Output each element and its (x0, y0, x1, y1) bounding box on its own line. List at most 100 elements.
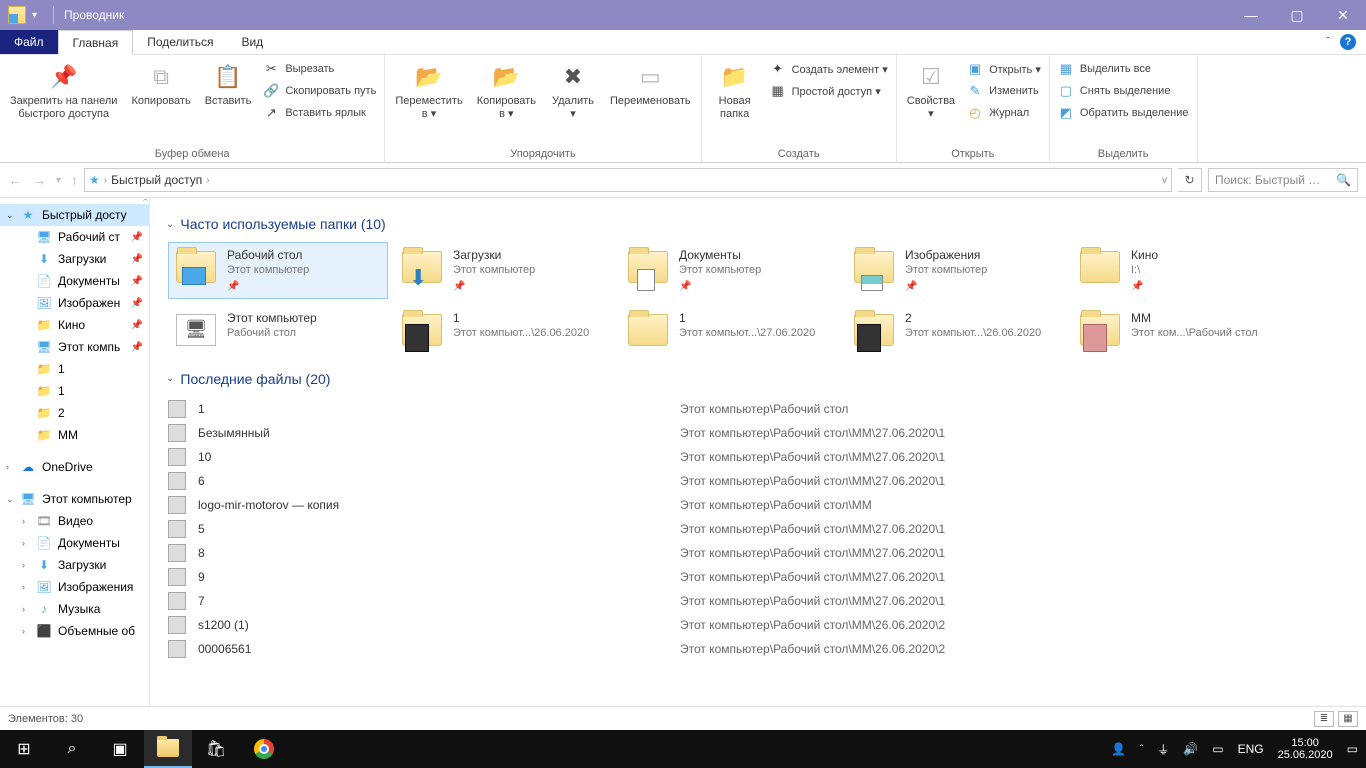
copy-button[interactable]: ⧉ Копировать (129, 59, 192, 110)
minimize-button[interactable]: — (1228, 0, 1274, 30)
nav-movies[interactable]: 📁Кино📌 (0, 314, 149, 336)
maximize-button[interactable]: ▢ (1274, 0, 1320, 30)
nav-documents2[interactable]: ›📄Документы (0, 532, 149, 554)
close-button[interactable]: ✕ (1320, 0, 1366, 30)
recent-file-row[interactable]: logo-mir-motorov — копияЭтот компьютер\Р… (168, 493, 1346, 517)
tray-notifications-icon[interactable]: ▭ (1347, 742, 1358, 756)
nav-folder-1[interactable]: 📁1 (0, 358, 149, 380)
paste-shortcut-button[interactable]: ↗Вставить ярлык (263, 103, 376, 123)
nav-downloads[interactable]: ⬇Загрузки📌 (0, 248, 149, 270)
breadcrumb[interactable]: Быстрый доступ (111, 173, 202, 187)
store-taskbar-button[interactable]: 🛍 (192, 730, 240, 768)
select-none-button[interactable]: ▢Снять выделение (1058, 81, 1189, 101)
edit-button[interactable]: ✎Изменить (967, 81, 1041, 101)
quick-access-toolbar[interactable]: ▾ (32, 10, 37, 21)
view-large-icon[interactable]: ▦ (1338, 711, 1358, 727)
nav-pictures[interactable]: 🖼Изображен📌 (0, 292, 149, 314)
address-bar[interactable]: ★ › Быстрый доступ › v (84, 168, 1172, 192)
folder-item[interactable]: 2Этот компьют...\26.06.2020 (846, 305, 1066, 355)
cut-button[interactable]: ✂Вырезать (263, 59, 376, 79)
expand-icon[interactable]: › (22, 516, 25, 526)
recent-file-row[interactable]: 00006561Этот компьютер\Рабочий стол\MM\2… (168, 637, 1346, 661)
tray-battery-icon[interactable]: ▭ (1212, 742, 1223, 756)
nav-downloads2[interactable]: ›⬇Загрузки (0, 554, 149, 576)
recent-file-row[interactable]: s1200 (1)Этот компьютер\Рабочий стол\MM\… (168, 613, 1346, 637)
search-input[interactable]: Поиск: Быстрый … 🔍 (1208, 168, 1358, 192)
nav-forward-button[interactable]: → (32, 172, 46, 188)
new-folder-button[interactable]: 📁Новая папка (710, 59, 760, 123)
rename-button[interactable]: ▭Переименовать (608, 59, 693, 110)
section-recent[interactable]: ⌄ Последние файлы (20) (166, 371, 1346, 387)
recent-file-row[interactable]: 10Этот компьютер\Рабочий стол\MM\27.06.2… (168, 445, 1346, 469)
recent-file-row[interactable]: 7Этот компьютер\Рабочий стол\MM\27.06.20… (168, 589, 1346, 613)
expand-icon[interactable]: › (6, 462, 9, 472)
recent-file-row[interactable]: 9Этот компьютер\Рабочий стол\MM\27.06.20… (168, 565, 1346, 589)
nav-music[interactable]: ›♪Музыка (0, 598, 149, 620)
nav-back-button[interactable]: ← (8, 172, 22, 188)
folder-item[interactable]: ДокументыЭтот компьютер📌 (620, 242, 840, 299)
tray-language[interactable]: ENG (1238, 742, 1264, 756)
tray-people-icon[interactable]: 👤 (1111, 742, 1126, 756)
folder-item[interactable]: ⬇ЗагрузкиЭтот компьютер📌 (394, 242, 614, 299)
easy-access-button[interactable]: ▦Простой доступ ▾ (770, 81, 888, 101)
nav-3dobjects[interactable]: ›⬛Объемные об (0, 620, 149, 642)
expand-icon[interactable]: › (22, 560, 25, 570)
help-icon[interactable]: ? (1340, 34, 1356, 50)
folder-item[interactable]: 1Этот компьют...\26.06.2020 (394, 305, 614, 355)
expand-icon[interactable]: ⌄ (6, 494, 14, 505)
collapse-ribbon-icon[interactable]: ˆ (1326, 36, 1330, 48)
task-view-button[interactable]: ▣ (96, 730, 144, 768)
select-all-button[interactable]: ▦Выделить все (1058, 59, 1189, 79)
history-button[interactable]: ◴Журнал (967, 103, 1041, 123)
nav-pictures2[interactable]: ›🖼Изображения (0, 576, 149, 598)
search-button[interactable]: ⌕ (48, 730, 96, 768)
folder-item[interactable]: MMЭтот ком...\Рабочий стол (1072, 305, 1292, 355)
invert-selection-button[interactable]: ◩Обратить выделение (1058, 103, 1189, 123)
nav-videos[interactable]: ›🎞Видео (0, 510, 149, 532)
start-button[interactable]: ⊞ (0, 730, 48, 768)
expand-icon[interactable]: ⌄ (6, 210, 14, 221)
tray-clock[interactable]: 15:00 25.06.2020 (1278, 737, 1333, 761)
delete-button[interactable]: ✖Удалить ▾ (548, 59, 598, 123)
recent-file-row[interactable]: 1Этот компьютер\Рабочий стол (168, 397, 1346, 421)
nav-documents[interactable]: 📄Документы📌 (0, 270, 149, 292)
nav-up-button[interactable]: ↑ (71, 172, 78, 188)
explorer-taskbar-button[interactable] (144, 730, 192, 768)
expand-icon[interactable]: › (22, 538, 25, 548)
nav-quick-access[interactable]: ⌄★Быстрый досту (0, 204, 149, 226)
folder-item[interactable]: ИзображенияЭтот компьютер📌 (846, 242, 1066, 299)
nav-folder-mm[interactable]: 📁MM (0, 424, 149, 446)
tab-view[interactable]: Вид (227, 30, 277, 54)
addr-dropdown-icon[interactable]: v (1162, 175, 1167, 186)
tab-file[interactable]: Файл (0, 30, 58, 54)
nav-thispc-quick[interactable]: 🖥Этот компь📌 (0, 336, 149, 358)
expand-icon[interactable]: › (22, 626, 25, 636)
nav-desktop[interactable]: 🖥Рабочий ст📌 (0, 226, 149, 248)
tab-home[interactable]: Главная (58, 30, 134, 55)
folder-item[interactable]: Рабочий столЭтот компьютер📌 (168, 242, 388, 299)
view-details-icon[interactable]: ≣ (1314, 711, 1334, 727)
paste-button[interactable]: 📋 Вставить (203, 59, 254, 110)
tab-share[interactable]: Поделиться (133, 30, 227, 54)
new-item-button[interactable]: ✦Создать элемент ▾ (770, 59, 888, 79)
nav-recent-button[interactable]: ▾ (56, 175, 61, 186)
section-frequent[interactable]: ⌄ Часто используемые папки (10) (166, 216, 1346, 232)
pin-quick-access-button[interactable]: 📌 Закрепить на панели быстрого доступа (8, 59, 119, 123)
copy-path-button[interactable]: 🔗Скопировать путь (263, 81, 376, 101)
nav-thispc[interactable]: ⌄🖥Этот компьютер (0, 488, 149, 510)
folder-item[interactable]: 1Этот компьют...\27.06.2020 (620, 305, 840, 355)
tray-network-icon[interactable]: ⏚ (1157, 741, 1169, 758)
tray-up-icon[interactable]: ˆ (1140, 744, 1143, 755)
recent-file-row[interactable]: 8Этот компьютер\Рабочий стол\MM\27.06.20… (168, 541, 1346, 565)
expand-icon[interactable]: › (22, 582, 25, 592)
folder-item[interactable]: КиноI:\📌 (1072, 242, 1292, 299)
recent-file-row[interactable]: БезымянныйЭтот компьютер\Рабочий стол\MM… (168, 421, 1346, 445)
move-to-button[interactable]: 📂Переместить в ▾ (393, 59, 464, 123)
recent-file-row[interactable]: 6Этот компьютер\Рабочий стол\MM\27.06.20… (168, 469, 1346, 493)
folder-item[interactable]: 🖥Этот компьютерРабочий стол (168, 305, 388, 355)
nav-onedrive[interactable]: ›☁OneDrive (0, 456, 149, 478)
tray-sound-icon[interactable]: 🔊 (1183, 742, 1198, 756)
refresh-button[interactable]: ↻ (1178, 168, 1202, 192)
recent-file-row[interactable]: 5Этот компьютер\Рабочий стол\MM\27.06.20… (168, 517, 1346, 541)
expand-icon[interactable]: › (22, 604, 25, 614)
